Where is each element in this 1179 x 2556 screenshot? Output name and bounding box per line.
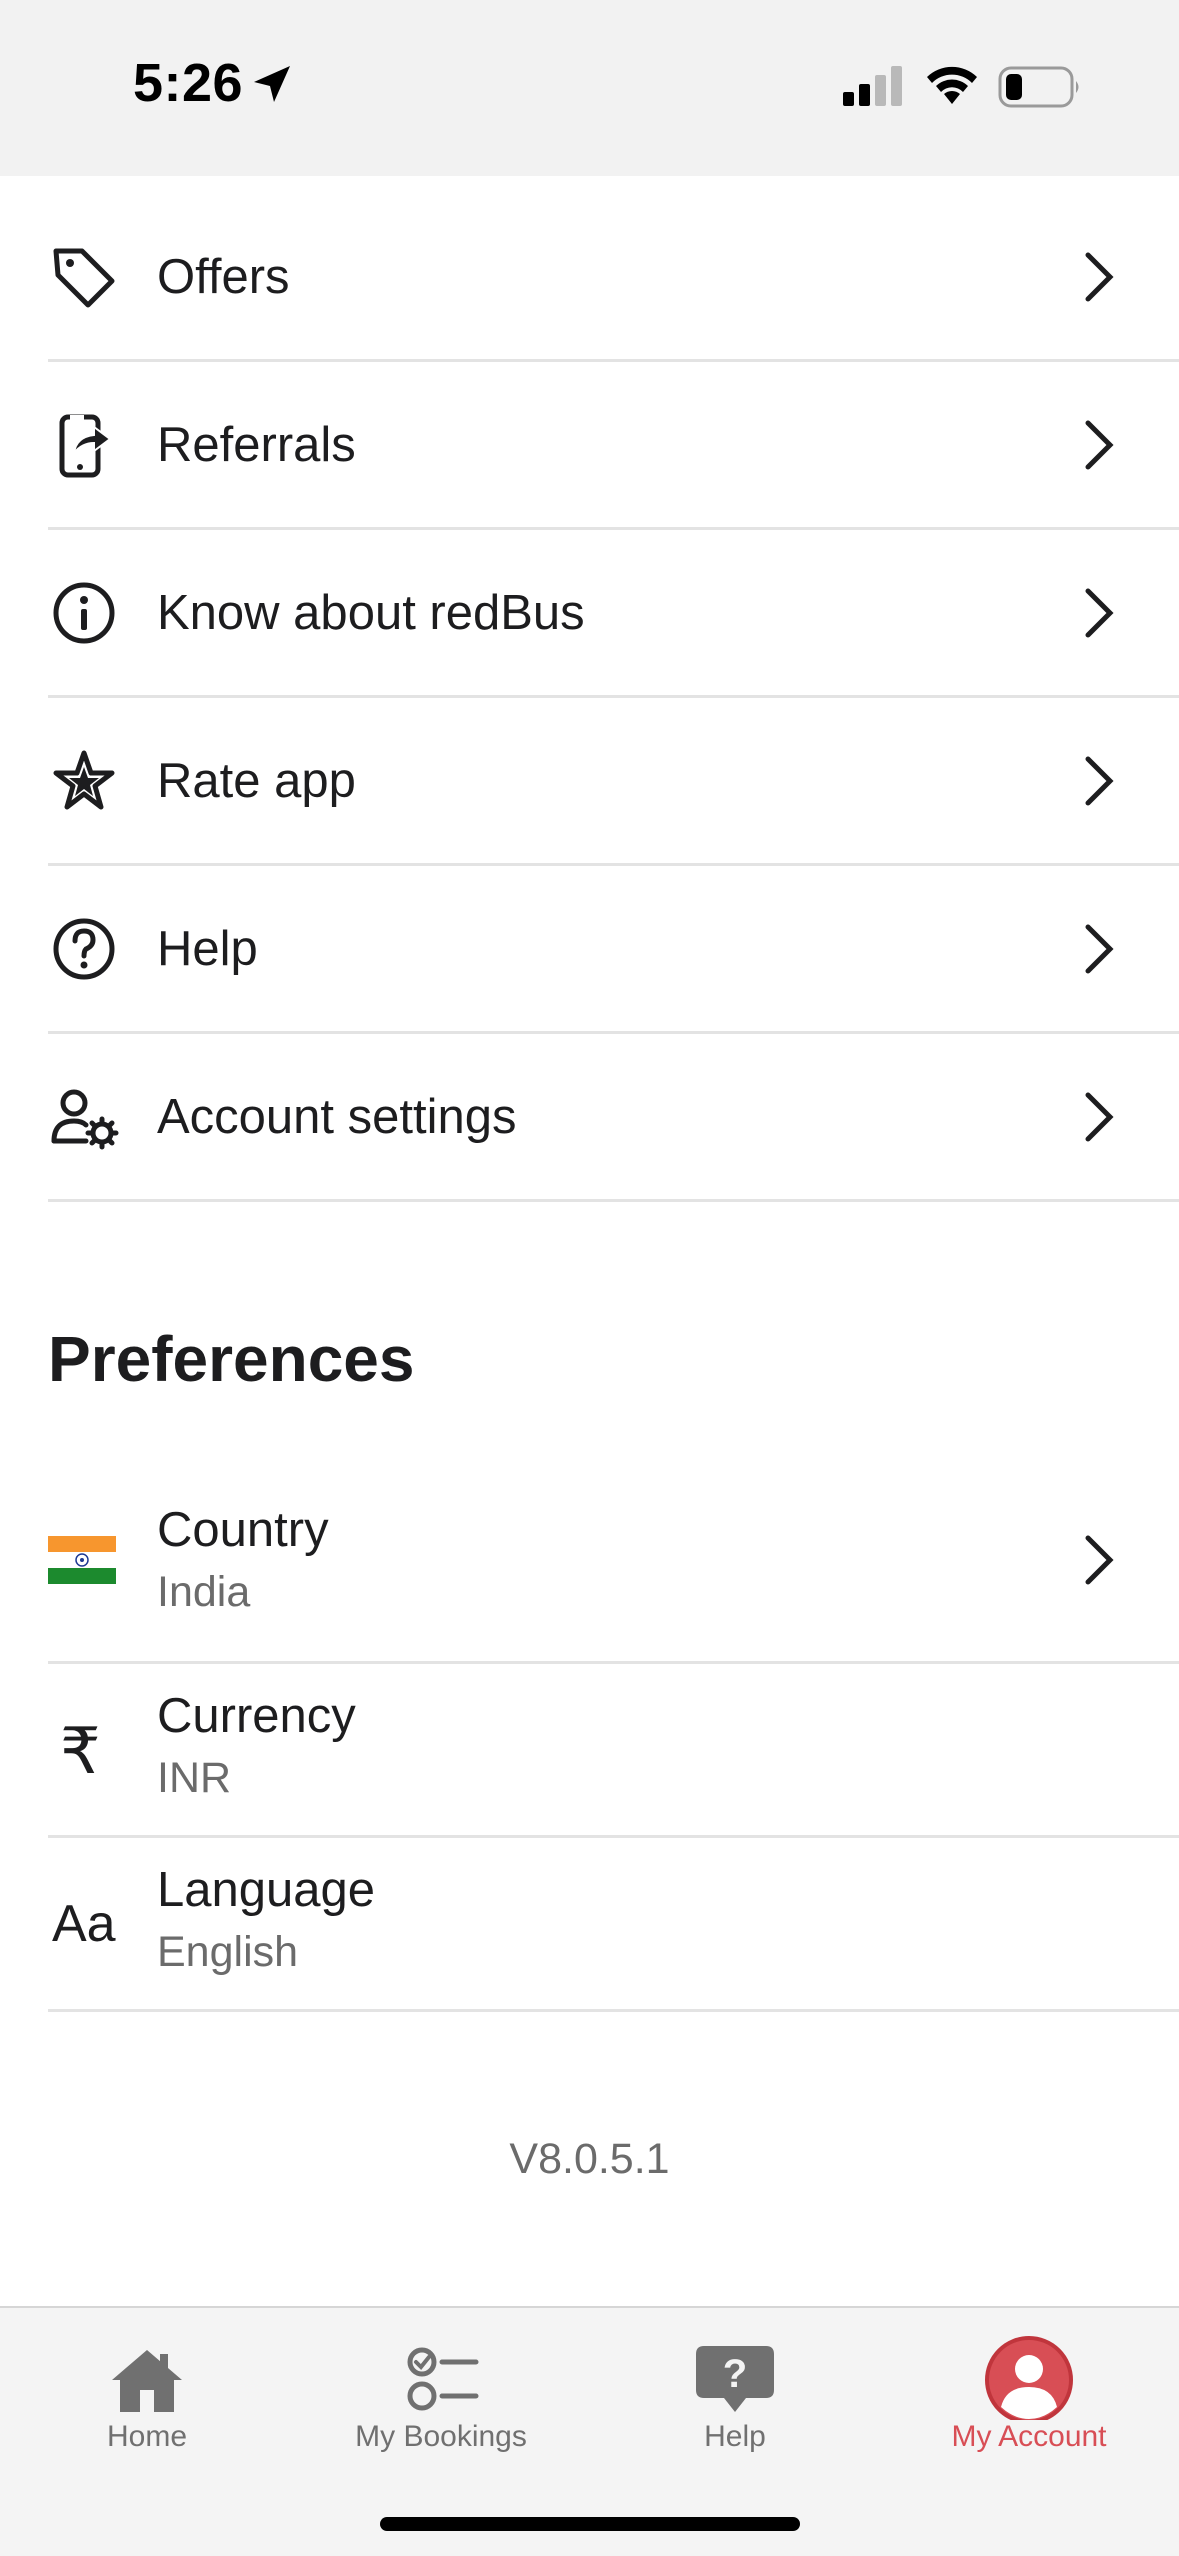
menu-item-referrals[interactable]: Referrals	[48, 362, 1179, 530]
home-icon	[112, 2350, 182, 2412]
tab-bar: Home My Bookings ? Help My Account	[0, 2306, 1179, 2556]
home-indicator	[380, 2517, 800, 2531]
menu-item-help[interactable]: Help	[48, 866, 1179, 1034]
tab-label: My Account	[951, 2420, 1107, 2453]
language-value: English	[157, 1928, 299, 1976]
chevron-right-icon	[1085, 588, 1114, 637]
preferences-title: Preferences	[48, 1323, 415, 1395]
preference-country[interactable]: Country India	[48, 1468, 1179, 1664]
chevron-right-icon	[1085, 420, 1114, 469]
chevron-right-icon	[1085, 252, 1114, 301]
currency-value: INR	[157, 1754, 232, 1802]
menu-label: Help	[157, 921, 258, 976]
location-arrow-icon	[254, 66, 290, 102]
india-flag-icon	[48, 1536, 116, 1584]
menu-label: Offers	[157, 249, 290, 304]
language-label: Language	[157, 1863, 376, 1917]
tab-my-bookings[interactable]: My Bookings	[294, 2308, 588, 2488]
chevron-right-icon	[1085, 924, 1114, 973]
rupee-icon: ₹	[60, 1715, 101, 1787]
wifi-icon	[927, 66, 977, 104]
chevron-right-icon	[1085, 1535, 1114, 1585]
menu-label: Rate app	[157, 753, 356, 808]
status-time: 5:26	[133, 53, 244, 113]
help-circle-icon	[53, 918, 115, 979]
preference-language[interactable]: Aa Language English	[48, 1838, 1179, 2012]
menu-label: Referrals	[157, 417, 356, 472]
preference-currency[interactable]: ₹ Currency INR	[48, 1664, 1179, 1838]
help-bubble-icon: ?	[696, 2346, 774, 2412]
menu-item-account-settings[interactable]: Account settings	[48, 1034, 1179, 1202]
tab-home[interactable]: Home	[0, 2308, 294, 2488]
star-icon	[53, 750, 115, 809]
menu-item-offers[interactable]: Offers	[48, 194, 1179, 362]
currency-label: Currency	[157, 1689, 356, 1743]
svg-text:?: ?	[723, 2352, 747, 2396]
info-icon	[53, 582, 115, 643]
tag-icon	[53, 248, 115, 307]
tab-help[interactable]: ? Help	[588, 2308, 882, 2488]
cellular-signal-icon	[843, 66, 902, 106]
menu-label: Know about redBus	[157, 585, 585, 640]
tab-label: Help	[704, 2420, 766, 2453]
battery-icon	[998, 66, 1079, 108]
language-icon: Aa	[52, 1895, 116, 1953]
user-settings-icon	[51, 1089, 119, 1149]
account-icon	[985, 2336, 1073, 2420]
country-value: India	[157, 1568, 251, 1616]
status-bar: 5:26	[0, 0, 1179, 176]
tab-my-account[interactable]: My Account	[882, 2308, 1176, 2488]
app-version: V8.0.5.1	[509, 2135, 670, 2183]
menu-label: Account settings	[157, 1089, 517, 1144]
bookings-icon	[407, 2347, 479, 2411]
country-label: Country	[157, 1503, 329, 1557]
menu-item-rate-app[interactable]: Rate app	[48, 698, 1179, 866]
tab-label: My Bookings	[355, 2420, 527, 2453]
tab-label: Home	[106, 2420, 188, 2453]
referral-phone-icon	[59, 414, 112, 477]
chevron-right-icon	[1085, 1092, 1114, 1141]
chevron-right-icon	[1085, 756, 1114, 805]
menu-item-know-about-redbus[interactable]: Know about redBus	[48, 530, 1179, 698]
